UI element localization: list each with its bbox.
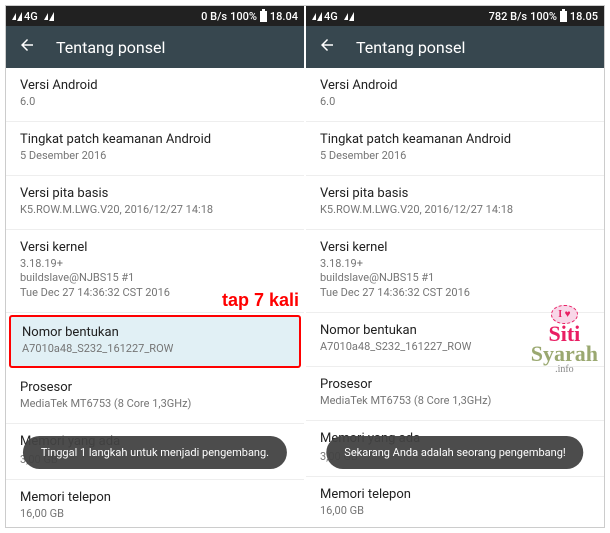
net-speed: 0 B/s (201, 10, 227, 23)
item-title: Versi Android (320, 78, 590, 93)
toast: Sekarang Anda adalah seorang pengembang! (326, 436, 583, 469)
signal-icon (12, 13, 16, 20)
item-title: Nomor bentukan (320, 323, 590, 338)
item-title: Memori telepon (320, 487, 590, 502)
item-sub: 16,00 GB (20, 507, 290, 522)
signal-icon (317, 12, 322, 21)
signal-icon (44, 13, 48, 20)
list-item[interactable]: Memori telepon 16,00 GB (306, 477, 604, 527)
item-sub: K5.ROW.M.LWG.V20, 2016/12/27 14:18 (20, 203, 290, 218)
list-item-build-number[interactable]: Nomor bentukan A7010a48_S232_161227_ROW (306, 313, 604, 367)
item-sub: K5.ROW.M.LWG.V20, 2016/12/27 14:18 (320, 203, 590, 218)
status-bar: 4G 0 B/s 100% 18.04 (6, 6, 304, 26)
item-sub: MediaTek MT6753 (8 Core 1,3GHz) (320, 394, 590, 409)
item-sub: MediaTek MT6753 (8 Core 1,3GHz) (20, 397, 290, 412)
back-icon[interactable] (318, 36, 336, 58)
item-title: Tingkat patch keamanan Android (20, 132, 290, 147)
list-item[interactable]: Memori telepon 16,00 GB (6, 480, 304, 527)
item-sub: 3.18.19+ buildslave@NJBS15 #1 Tue Dec 27… (320, 257, 590, 302)
screen-left: 4G 0 B/s 100% 18.04 Tentang ponsel Versi… (6, 6, 304, 527)
list-item-build-number[interactable]: Nomor bentukan A7010a48_S232_161227_ROW (9, 315, 301, 368)
item-sub: 6.0 (20, 95, 290, 110)
item-title: Memori telepon (20, 490, 290, 505)
appbar-title: Tentang ponsel (356, 38, 465, 57)
annotation-text: tap 7 kali (222, 290, 299, 311)
item-title: Versi pita basis (20, 186, 290, 201)
net-speed: 782 B/s (489, 10, 527, 23)
battery-icon (260, 11, 267, 22)
item-sub: 5 Desember 2016 (320, 149, 590, 164)
item-title: Versi pita basis (320, 186, 590, 201)
item-title: Versi kernel (20, 240, 290, 255)
toast: Tinggal 1 langkah untuk menjadi pengemba… (23, 436, 287, 469)
item-sub: A7010a48_S232_161227_ROW (22, 342, 288, 357)
list-item[interactable]: Versi Android 6.0 (306, 68, 604, 122)
list-item[interactable]: Versi pita basis K5.ROW.M.LWG.V20, 2016/1… (6, 176, 304, 230)
item-sub: A7010a48_S232_161227_ROW (320, 340, 590, 355)
clock: 18.04 (270, 10, 298, 23)
item-title: Prosesor (320, 377, 590, 392)
signal-icon (344, 13, 348, 20)
clock: 18.05 (570, 10, 598, 23)
signal-icon (49, 12, 54, 21)
item-title: Tingkat patch keamanan Android (320, 132, 590, 147)
battery-icon (560, 11, 567, 22)
item-sub: 16,00 GB (320, 504, 590, 519)
list-item[interactable]: Tingkat patch keamanan Android 5 Desember… (6, 122, 304, 176)
net-label: 4G (324, 10, 338, 23)
list-item[interactable]: Tingkat patch keamanan Android 5 Desember… (306, 122, 604, 176)
list-item[interactable]: Prosesor MediaTek MT6753 (8 Core 1,3GHz) (306, 367, 604, 421)
back-icon[interactable] (18, 36, 36, 58)
appbar-title: Tentang ponsel (56, 38, 165, 57)
item-title: Versi kernel (320, 240, 590, 255)
signal-icon (312, 13, 316, 20)
battery-pct: 100% (230, 10, 257, 23)
item-title: Nomor bentukan (22, 325, 288, 340)
item-sub: 5 Desember 2016 (20, 149, 290, 164)
signal-icon (349, 12, 354, 21)
status-bar: 4G 782 B/s 100% 18.05 (306, 6, 604, 26)
app-bar: Tentang ponsel (6, 26, 304, 68)
signal-icon (17, 12, 22, 21)
app-bar: Tentang ponsel (306, 26, 604, 68)
item-title: Prosesor (20, 380, 290, 395)
screen-right: 4G 782 B/s 100% 18.05 Tentang ponsel Ver… (306, 6, 604, 527)
list-item[interactable]: Versi kernel 3.18.19+ buildslave@NJBS15 #… (306, 230, 604, 314)
list-item[interactable]: Prosesor MediaTek MT6753 (8 Core 1,3GHz) (6, 370, 304, 424)
battery-pct: 100% (530, 10, 557, 23)
item-title: Versi Android (20, 78, 290, 93)
net-label: 4G (24, 10, 38, 23)
item-sub: 6.0 (320, 95, 590, 110)
list-item[interactable]: Versi Android 6.0 (6, 68, 304, 122)
list-item[interactable]: Versi pita basis K5.ROW.M.LWG.V20, 2016/1… (306, 176, 604, 230)
